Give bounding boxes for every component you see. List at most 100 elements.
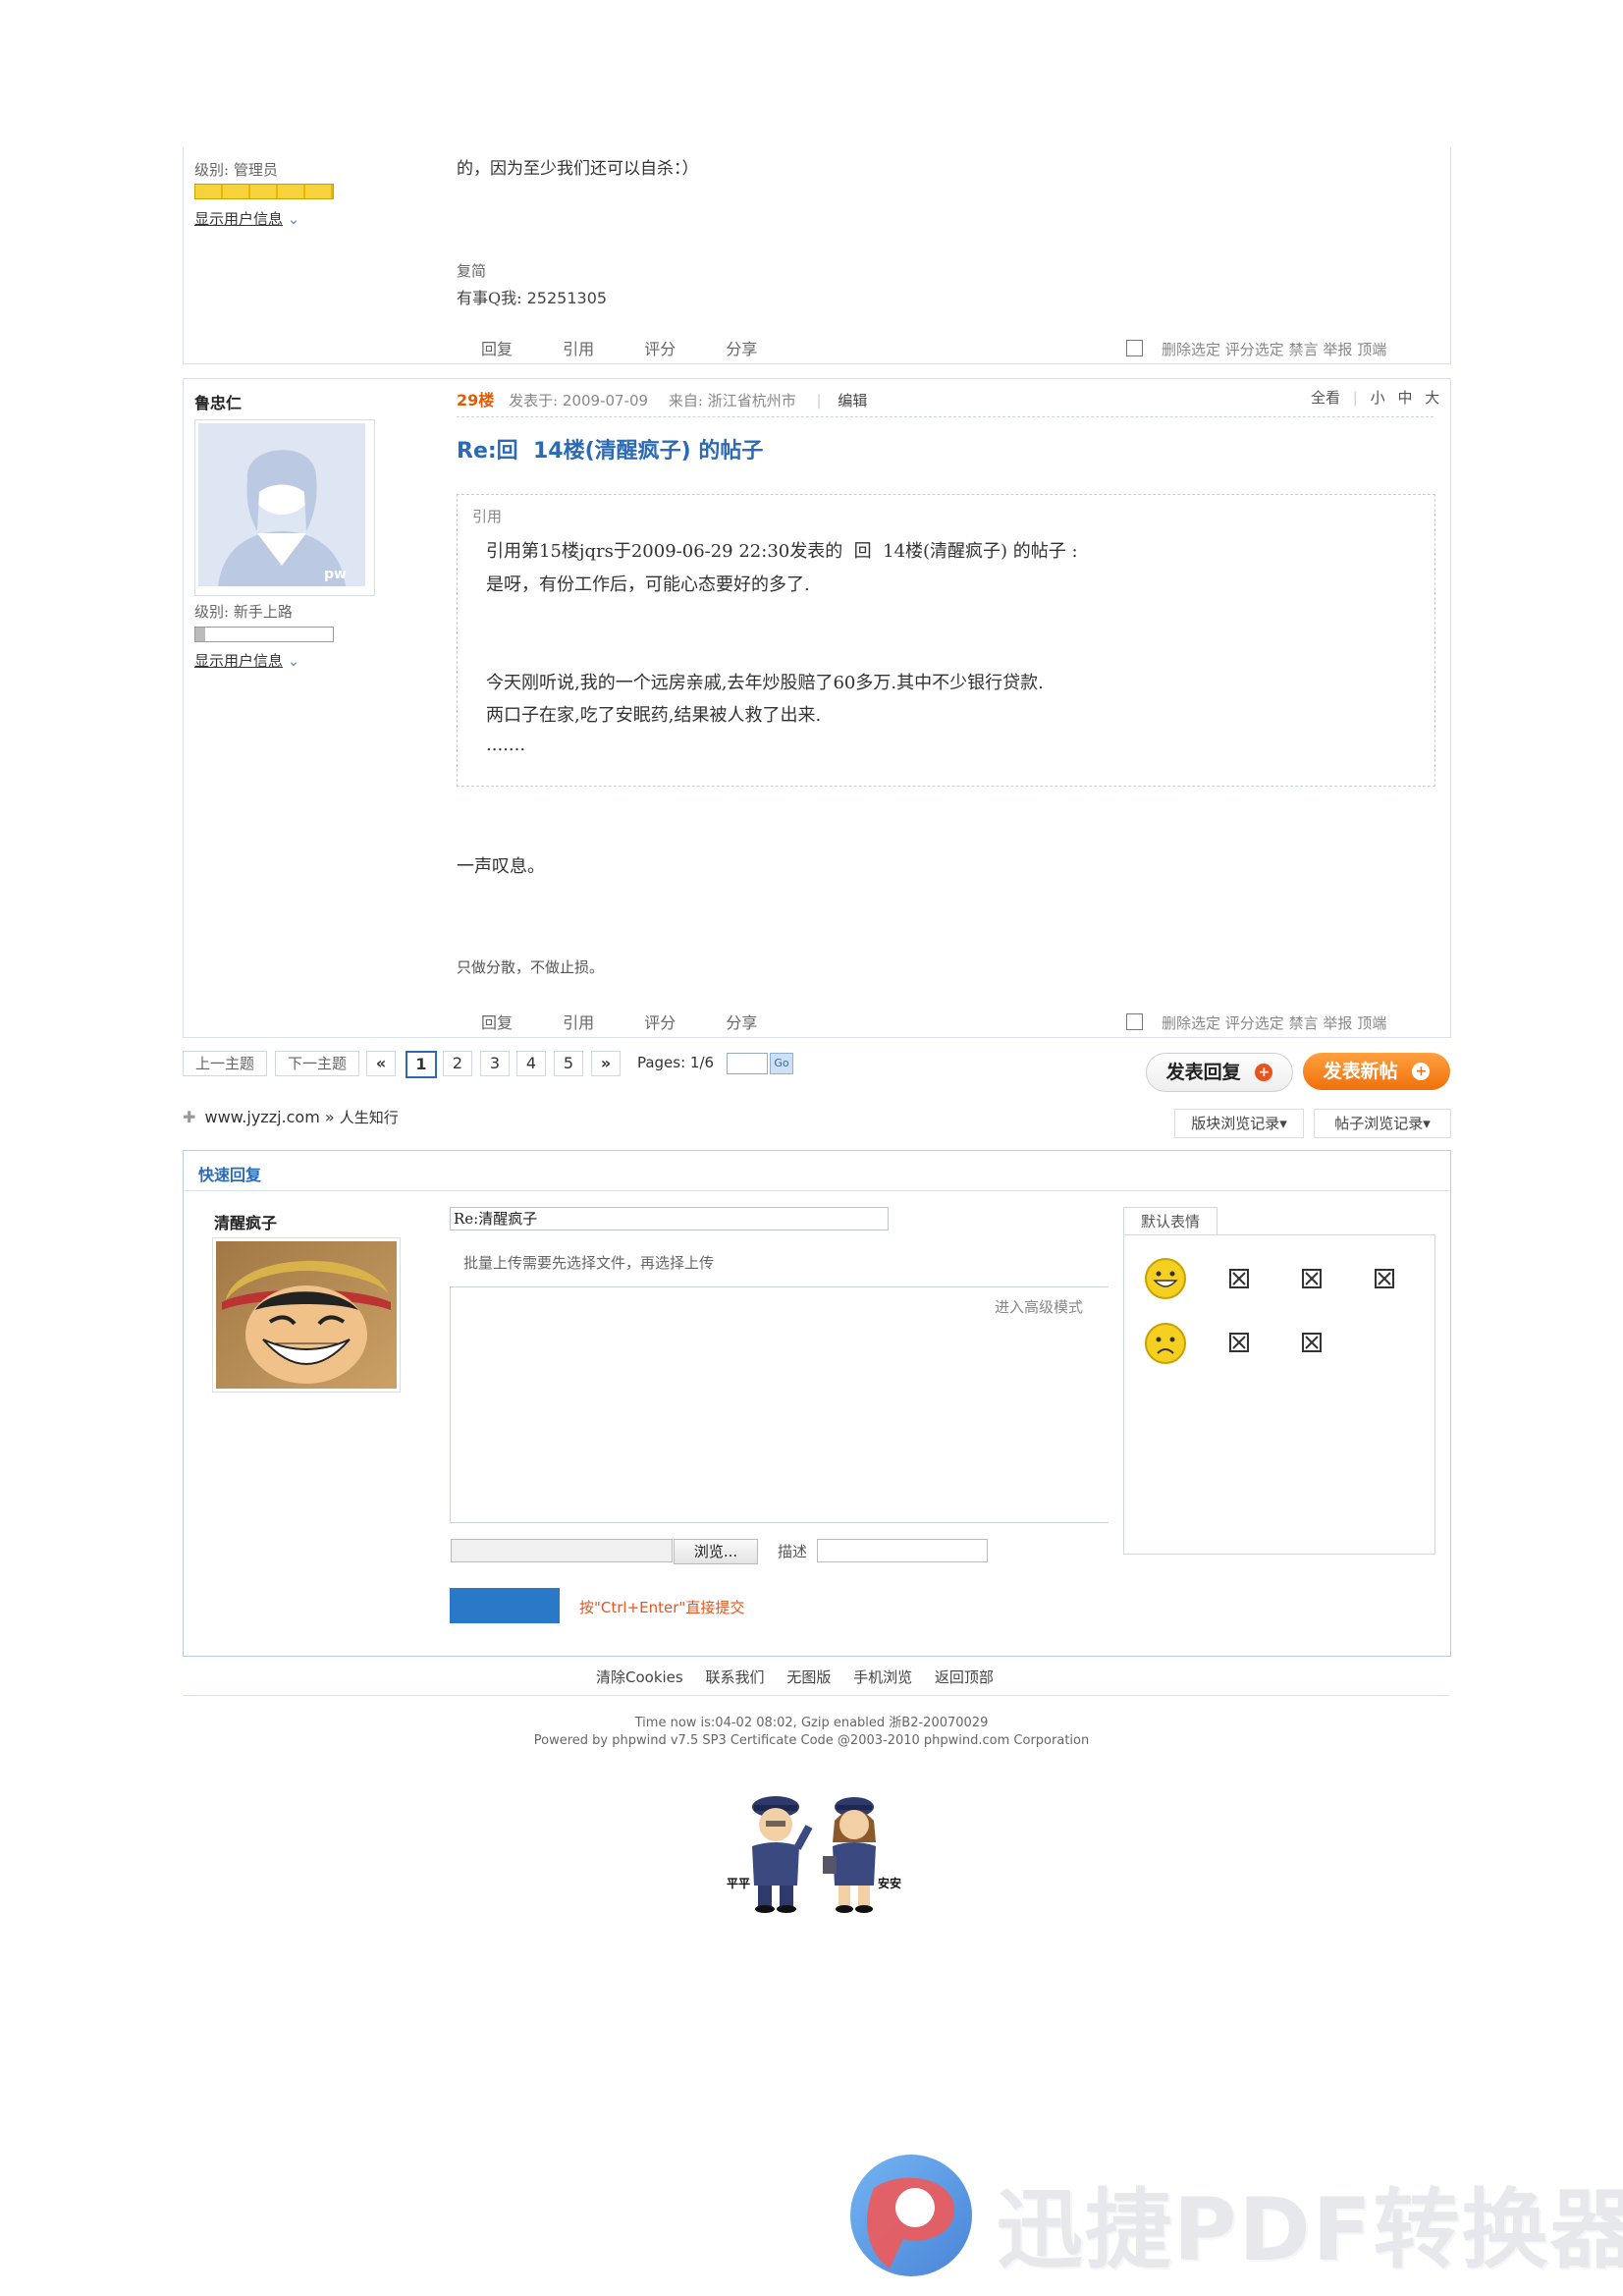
ban-link[interactable]: 禁言	[1289, 341, 1319, 358]
broken-image-icon[interactable]	[1375, 1269, 1394, 1288]
file-path-input[interactable]	[451, 1539, 673, 1562]
watermark-text: 迅捷PDF转换器	[997, 2179, 1623, 2280]
upload-hint: 批量上传需要先选择文件，再选择上传	[463, 1254, 715, 1272]
rate-link[interactable]: 评分	[644, 340, 676, 358]
post-history-dropdown[interactable]: 帖子浏览记录▾	[1314, 1109, 1451, 1138]
new-post-button-label: 发表新帖	[1323, 1061, 1398, 1082]
broken-image-icon[interactable]	[1302, 1333, 1322, 1352]
user-level: 级别: 管理员	[194, 161, 278, 179]
reply-username: 清醒疯子	[214, 1214, 278, 1232]
prev-topic-button[interactable]: 上一主题	[183, 1051, 267, 1076]
submit-button[interactable]: 提 交	[450, 1588, 560, 1623]
sad-emoticon-icon[interactable]	[1144, 1322, 1187, 1365]
show-user-info-link[interactable]: 显示用户信息 ⌄	[194, 650, 299, 671]
page-3-button[interactable]: 3	[480, 1051, 510, 1076]
quote-line: .......	[486, 735, 526, 755]
go-button[interactable]: Go	[770, 1053, 793, 1074]
police-right-label: 安安	[878, 1876, 901, 1890]
view-all-link[interactable]: 全看	[1311, 389, 1340, 407]
police-left-label: 平平	[727, 1877, 750, 1890]
chevron-down-icon: ⌄	[287, 652, 300, 670]
mod-actions: 删除选定 评分选定 禁言 举报 顶端	[1162, 339, 1386, 359]
reply-link[interactable]: 回复	[481, 340, 513, 358]
police-mascot-image[interactable]: 平平 安安	[725, 1787, 911, 1920]
reply-link[interactable]: 回复	[481, 1013, 513, 1032]
edit-link[interactable]: 编辑	[838, 392, 867, 410]
show-user-info-link[interactable]: 显示用户信息 ⌄	[194, 208, 299, 229]
plus-icon: +	[1255, 1064, 1273, 1081]
from-place: 浙江省杭州市	[707, 392, 796, 410]
last-page-button[interactable]: »	[591, 1051, 621, 1076]
chevron-down-icon: ⌄	[287, 210, 300, 228]
description-label: 描述	[778, 1543, 808, 1560]
font-small-link[interactable]: 小	[1371, 389, 1385, 407]
page-5-button[interactable]: 5	[554, 1051, 583, 1076]
post-author[interactable]: 鲁忠仁	[194, 390, 242, 413]
breadcrumb-forum-link[interactable]: 人生知行	[340, 1109, 399, 1126]
quote-line: 引用第15楼jqrs于2009-06-29 22:30发表的 回 14楼(清醒疯…	[486, 541, 1078, 562]
ban-link[interactable]: 禁言	[1289, 1014, 1319, 1032]
broken-image-icon[interactable]	[1229, 1333, 1249, 1352]
page-2-button[interactable]: 2	[443, 1051, 472, 1076]
quote-link[interactable]: 引用	[563, 1013, 594, 1032]
posted-date: 2009-07-09	[562, 392, 649, 410]
subject-input[interactable]: Re:清醒疯子	[450, 1207, 889, 1230]
signature-line: 只做分散，不做止损。	[457, 958, 605, 976]
broken-image-icon[interactable]	[1229, 1269, 1249, 1288]
page-1-button[interactable]: 1	[406, 1051, 437, 1078]
smile-emoticon-icon[interactable]	[1144, 1257, 1187, 1300]
mobile-link[interactable]: 手机浏览	[853, 1668, 912, 1686]
pages-indicator: Pages: 1/6	[628, 1051, 723, 1074]
rate-selected-link[interactable]: 评分选定	[1225, 1014, 1284, 1032]
select-checkbox[interactable]	[1126, 340, 1143, 356]
font-medium-link[interactable]: 中	[1397, 389, 1412, 407]
first-page-button[interactable]: «	[366, 1051, 396, 1076]
forum-history-dropdown[interactable]: 版块浏览记录▾	[1174, 1109, 1304, 1138]
page-jump-input[interactable]	[727, 1053, 768, 1074]
emoticon-tab[interactable]: 默认表情	[1123, 1207, 1217, 1235]
share-link[interactable]: 分享	[726, 340, 757, 358]
breadcrumb-site-link[interactable]: www.jyzzj.com	[205, 1108, 320, 1126]
top-link[interactable]: 顶端	[1357, 1014, 1386, 1032]
top-link[interactable]: 顶端	[1357, 341, 1386, 358]
delete-selected-link[interactable]: 删除选定	[1162, 341, 1220, 358]
breadcrumb-separator: »	[324, 1108, 335, 1126]
avatar: pw	[194, 419, 375, 596]
user-level: 级别: 新手上路	[194, 603, 293, 621]
report-link[interactable]: 举报	[1323, 341, 1352, 358]
level-bar	[194, 627, 334, 642]
delete-selected-link[interactable]: 删除选定	[1162, 1014, 1220, 1032]
quote-line: 是呀，有份工作后，可能心态要好的多了.	[486, 574, 810, 595]
level-bar	[194, 184, 334, 199]
broken-image-icon[interactable]	[1302, 1269, 1322, 1288]
next-topic-button[interactable]: 下一主题	[275, 1051, 359, 1076]
home-plus-icon: ✚	[183, 1108, 196, 1126]
browse-button[interactable]: 浏览...	[674, 1539, 758, 1564]
advanced-mode-link[interactable]: 进入高级模式	[995, 1296, 1083, 1317]
post-28	[183, 147, 1451, 364]
new-post-button[interactable]: 发表新帖 +	[1303, 1053, 1450, 1090]
page-4-button[interactable]: 4	[516, 1051, 546, 1076]
post-actions: 回复 引用 评分 分享	[481, 336, 757, 359]
reply-textarea[interactable]	[450, 1321, 1109, 1523]
rate-selected-link[interactable]: 评分选定	[1225, 341, 1284, 358]
header-divider	[457, 416, 1434, 417]
rate-link[interactable]: 评分	[644, 1013, 676, 1032]
reply-button[interactable]: 发表回复 +	[1146, 1053, 1293, 1092]
quote-link[interactable]: 引用	[563, 340, 594, 358]
footer-links: 清除Cookies 联系我们 无图版 手机浏览 返回顶部	[596, 1667, 994, 1687]
ctrl-enter-hint: 按"Ctrl+Enter"直接提交	[579, 1599, 745, 1616]
font-large-link[interactable]: 大	[1425, 389, 1439, 407]
signature-line: 复简	[457, 262, 487, 280]
contact-link[interactable]: 联系我们	[706, 1668, 765, 1686]
quote-line: 两口子在家,吃了安眠药,结果被人救了出来.	[486, 705, 822, 726]
report-link[interactable]: 举报	[1323, 1014, 1352, 1032]
share-link[interactable]: 分享	[726, 1013, 757, 1032]
select-checkbox[interactable]	[1126, 1013, 1143, 1030]
back-to-top-link[interactable]: 返回顶部	[935, 1668, 994, 1686]
reply-avatar	[212, 1237, 401, 1393]
description-input[interactable]	[817, 1539, 988, 1562]
text-only-link[interactable]: 无图版	[786, 1668, 831, 1686]
footer-powered: Powered by phpwind v7.5 SP3 Certificate …	[533, 1733, 1090, 1748]
clear-cookies-link[interactable]: 清除Cookies	[596, 1668, 683, 1686]
